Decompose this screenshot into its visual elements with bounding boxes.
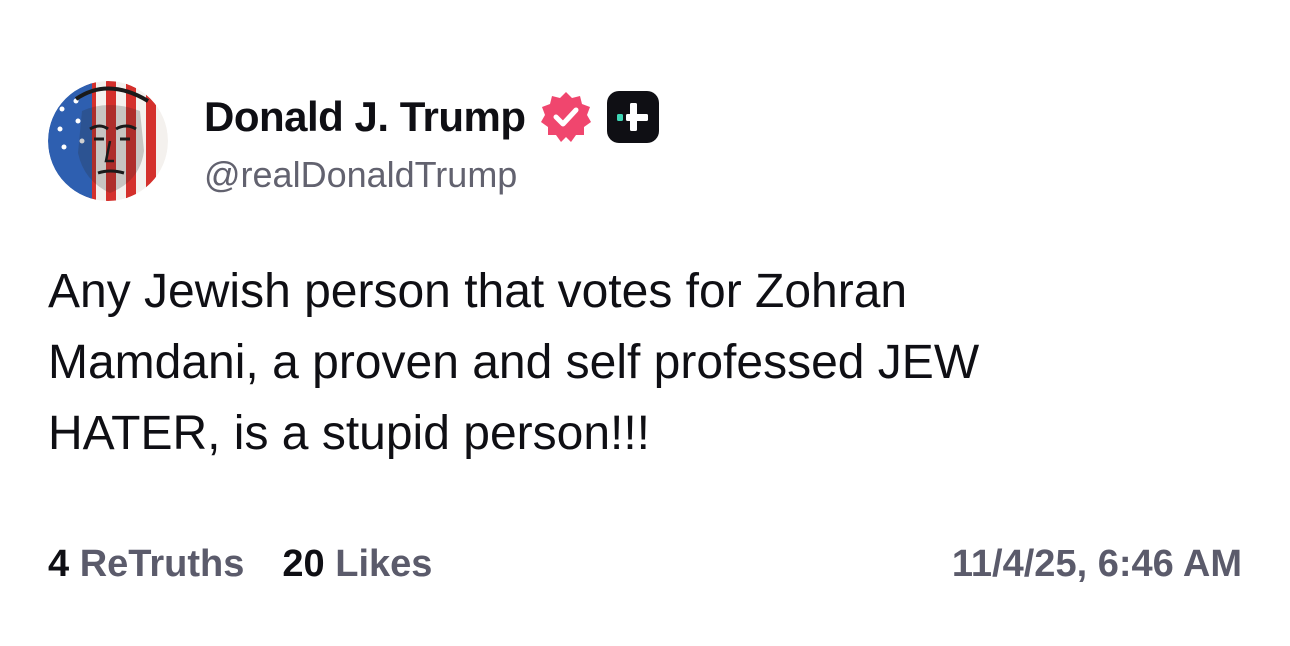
- author-identity: Donald J. Trump @realDonaldTrump: [204, 86, 660, 196]
- likes-label: Likes: [335, 542, 433, 585]
- post-header: Donald J. Trump @realDonaldTrump: [48, 80, 660, 202]
- retruths-count: 4: [48, 542, 70, 585]
- retruths-stat[interactable]: 4 ReTruths: [48, 543, 244, 586]
- truth-post: Donald J. Trump @realDonaldTrump Any Jew…: [0, 0, 1290, 646]
- plus-badge-icon: [606, 91, 659, 143]
- retruths-label: ReTruths: [79, 542, 245, 585]
- likes-count: 20: [282, 542, 325, 585]
- post-timestamp[interactable]: 11/4/25, 6:46 AM: [952, 543, 1242, 586]
- profile-avatar[interactable]: [48, 81, 168, 201]
- post-body-text: Any Jewish person that votes for Zohran …: [48, 265, 980, 460]
- author-name-row: Donald J. Trump: [204, 86, 660, 148]
- likes-stat[interactable]: 20 Likes: [282, 543, 432, 586]
- verified-badge-icon: [540, 92, 591, 142]
- post-footer: 4 ReTruths 20 Likes 11/4/25, 6:46 AM: [48, 540, 1242, 588]
- author-handle[interactable]: @realDonaldTrump: [204, 154, 660, 196]
- author-display-name[interactable]: Donald J. Trump: [204, 93, 526, 141]
- post-stats: 4 ReTruths 20 Likes: [48, 543, 432, 586]
